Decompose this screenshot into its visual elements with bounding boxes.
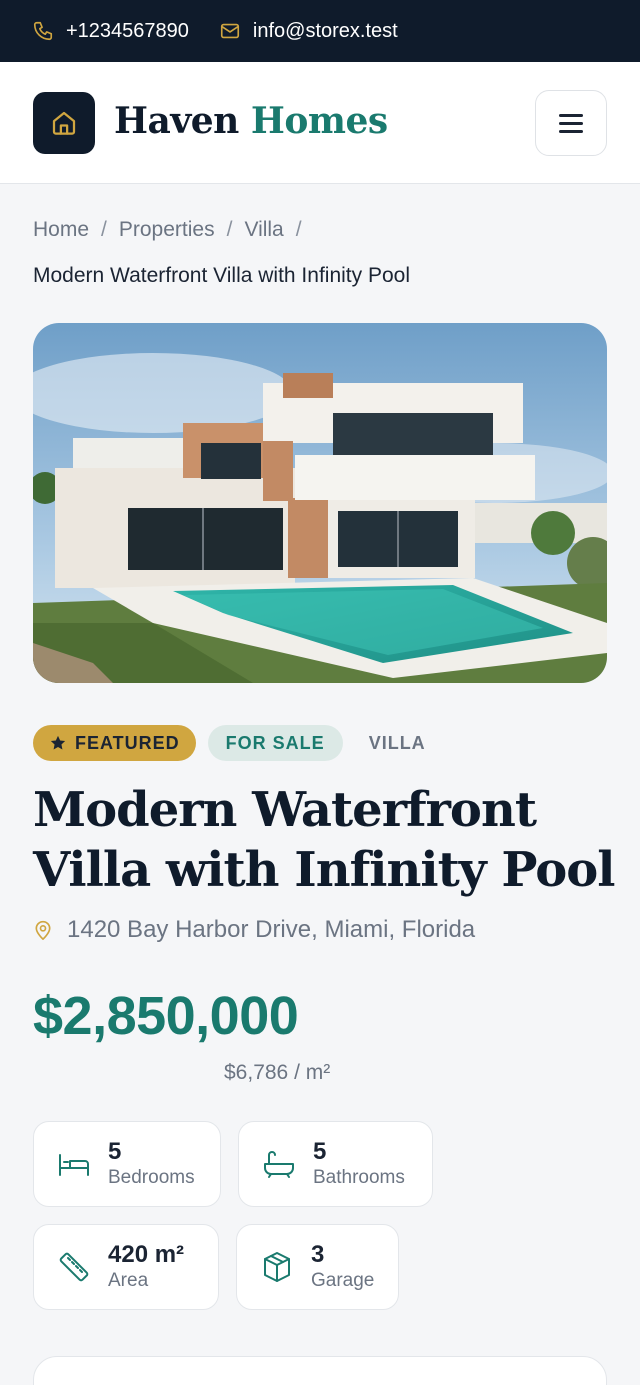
site-header: Haven Homes bbox=[0, 62, 640, 184]
type-label: VILLA bbox=[368, 732, 426, 753]
email-address: info@storex.test bbox=[252, 19, 398, 42]
feature-garage: 3 Garage bbox=[236, 1224, 399, 1310]
property-photo[interactable] bbox=[33, 323, 607, 683]
bathtub-icon bbox=[264, 1151, 294, 1178]
brand-second: Homes bbox=[250, 100, 388, 142]
featured-label: FEATURED bbox=[75, 732, 180, 753]
bed-icon bbox=[59, 1154, 89, 1176]
details-card bbox=[33, 1356, 607, 1385]
hamburger-menu-icon bbox=[559, 109, 583, 138]
property-title: Modern Waterfront Villa with Infinity Po… bbox=[33, 782, 615, 898]
area-label: Area bbox=[108, 1270, 149, 1291]
contact-bar: +1234567890 info@storex.test bbox=[0, 0, 640, 62]
feature-area: 420 m² Area bbox=[33, 1224, 219, 1310]
breadcrumb-current: Modern Waterfront Villa with Infinity Po… bbox=[33, 264, 410, 287]
star-icon bbox=[50, 735, 66, 750]
breadcrumb-separator: / bbox=[226, 218, 233, 241]
property-address: 1420 Bay Harbor Drive, Miami, Florida bbox=[33, 916, 475, 944]
ruler-icon bbox=[59, 1252, 89, 1282]
brand-name[interactable]: Haven Homes bbox=[114, 100, 388, 142]
brand-first: Haven bbox=[114, 100, 239, 142]
home-icon bbox=[52, 111, 76, 135]
phone-icon bbox=[33, 21, 53, 41]
garage-label: Garage bbox=[311, 1270, 375, 1291]
price-per-sqm: $6,786 / m² bbox=[224, 1061, 331, 1084]
breadcrumb: Home / Properties / Villa / bbox=[33, 218, 314, 242]
type-badge: VILLA bbox=[355, 725, 440, 761]
bedrooms-value: 5 bbox=[108, 1138, 122, 1165]
breadcrumb-properties[interactable]: Properties bbox=[119, 218, 215, 242]
bathrooms-value: 5 bbox=[313, 1138, 327, 1165]
phone-number: +1234567890 bbox=[66, 19, 189, 42]
area-value: 420 m² bbox=[108, 1241, 185, 1268]
email-link[interactable]: info@storex.test bbox=[219, 20, 398, 43]
logo[interactable] bbox=[33, 92, 95, 154]
villa-illustration bbox=[33, 323, 607, 683]
feature-bedrooms: 5 Bedrooms bbox=[33, 1121, 221, 1207]
feature-bathrooms: 5 Bathrooms bbox=[238, 1121, 433, 1207]
breadcrumb-separator: / bbox=[295, 218, 302, 241]
property-price: $2,850,000 bbox=[33, 986, 299, 1046]
bathrooms-label: Bathrooms bbox=[313, 1167, 405, 1188]
breadcrumb-home[interactable]: Home bbox=[33, 218, 89, 242]
breadcrumb-separator: / bbox=[101, 218, 107, 241]
bedrooms-label: Bedrooms bbox=[108, 1167, 195, 1188]
phone-link[interactable]: +1234567890 bbox=[32, 20, 189, 43]
map-pin-icon bbox=[35, 920, 51, 940]
address-text: 1420 Bay Harbor Drive, Miami, Florida bbox=[67, 916, 476, 943]
menu-button[interactable] bbox=[535, 90, 607, 156]
garage-value: 3 bbox=[311, 1241, 325, 1268]
box-icon bbox=[264, 1252, 290, 1282]
mail-icon bbox=[220, 23, 239, 39]
property-badges: FEATURED FOR SALE VILLA bbox=[33, 725, 440, 761]
status-badge: FOR SALE bbox=[207, 725, 343, 761]
status-label: FOR SALE bbox=[225, 732, 325, 753]
featured-badge: FEATURED bbox=[33, 725, 196, 761]
breadcrumb-villa[interactable]: Villa bbox=[244, 218, 283, 242]
